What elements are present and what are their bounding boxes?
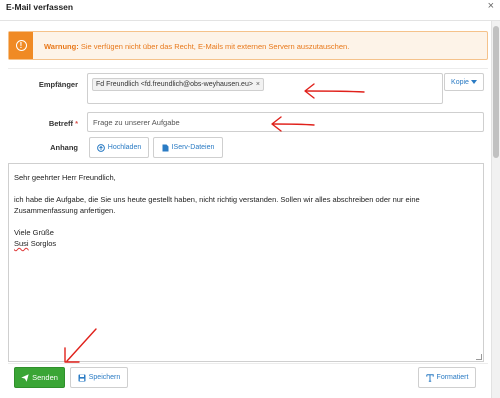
file-icon xyxy=(162,144,169,152)
warning-alert: ! Warnung: Sie verfügen nicht über das R… xyxy=(8,31,488,60)
save-button-label: Speichern xyxy=(88,374,121,381)
upload-icon xyxy=(96,143,105,152)
title-divider xyxy=(0,20,500,21)
exclamation-icon: ! xyxy=(15,40,27,51)
signature-first-name: Susi xyxy=(14,239,29,248)
subject-label-text: Betreff xyxy=(48,119,73,128)
warning-text: Warnung: Sie verfügen nicht über das Rec… xyxy=(44,42,349,51)
copy-button-label: Kopie xyxy=(451,78,469,86)
signature-last-name: Sorglos xyxy=(30,239,57,248)
text-format-icon xyxy=(425,373,434,382)
body-closing: Viele Grüße xyxy=(14,228,54,237)
save-button[interactable]: Speichern xyxy=(70,367,128,388)
warning-icon-box: ! xyxy=(9,32,33,59)
upload-button[interactable]: Hochladen xyxy=(89,137,149,158)
iserv-files-button[interactable]: IServ-Dateien xyxy=(153,137,223,158)
send-button[interactable]: Senden xyxy=(14,367,65,388)
copy-button[interactable]: Kopie xyxy=(444,73,484,91)
upload-button-label: Hochladen xyxy=(107,144,142,151)
message-body: Sehr geehrter Herr Freundlich, ich habe … xyxy=(14,172,473,249)
formatted-button[interactable]: Formatiert xyxy=(418,367,476,388)
warning-prefix: Warnung: xyxy=(44,42,79,51)
send-button-label: Senden xyxy=(32,373,58,382)
iserv-files-button-label: IServ-Dateien xyxy=(171,144,215,151)
remove-recipient-icon[interactable]: × xyxy=(256,81,260,88)
recipient-label: Empfänger xyxy=(38,80,78,89)
scrollbar-thumb[interactable] xyxy=(493,26,499,158)
form-divider xyxy=(8,68,488,69)
send-icon xyxy=(21,373,29,382)
resize-grip-icon[interactable] xyxy=(476,354,482,360)
recipient-field[interactable]: Fd Freundlich <fd.freundlich@obs-weyhaus… xyxy=(87,73,443,104)
footer-divider xyxy=(8,363,488,364)
message-editor[interactable]: Sehr geehrter Herr Freundlich, ich habe … xyxy=(8,163,484,362)
subject-label: Betreff * xyxy=(30,119,78,128)
warning-message: Sie verfügen nicht über das Recht, E-Mai… xyxy=(80,42,350,51)
attachment-label: Anhang xyxy=(50,143,78,152)
required-mark: * xyxy=(75,119,78,128)
subject-input[interactable]: Frage zu unserer Aufgabe xyxy=(87,112,484,132)
body-blank-line xyxy=(14,216,473,227)
formatted-button-label: Formatiert xyxy=(436,374,469,381)
body-blank-line xyxy=(14,183,473,194)
caret-down-icon xyxy=(470,80,477,84)
body-signature: Susi Sorglos xyxy=(14,238,473,249)
save-icon xyxy=(78,374,86,382)
recipient-chip-label: Fd Freundlich <fd.freundlich@obs-weyhaus… xyxy=(96,81,253,88)
recipient-chip[interactable]: Fd Freundlich <fd.freundlich@obs-weyhaus… xyxy=(92,78,265,91)
body-paragraph: ich habe die Aufgabe, die Sie uns heute … xyxy=(14,195,422,215)
close-icon[interactable]: × xyxy=(488,0,494,12)
dialog-title: E-Mail verfassen xyxy=(6,2,74,12)
body-greeting: Sehr geehrter Herr Freundlich, xyxy=(14,173,116,182)
